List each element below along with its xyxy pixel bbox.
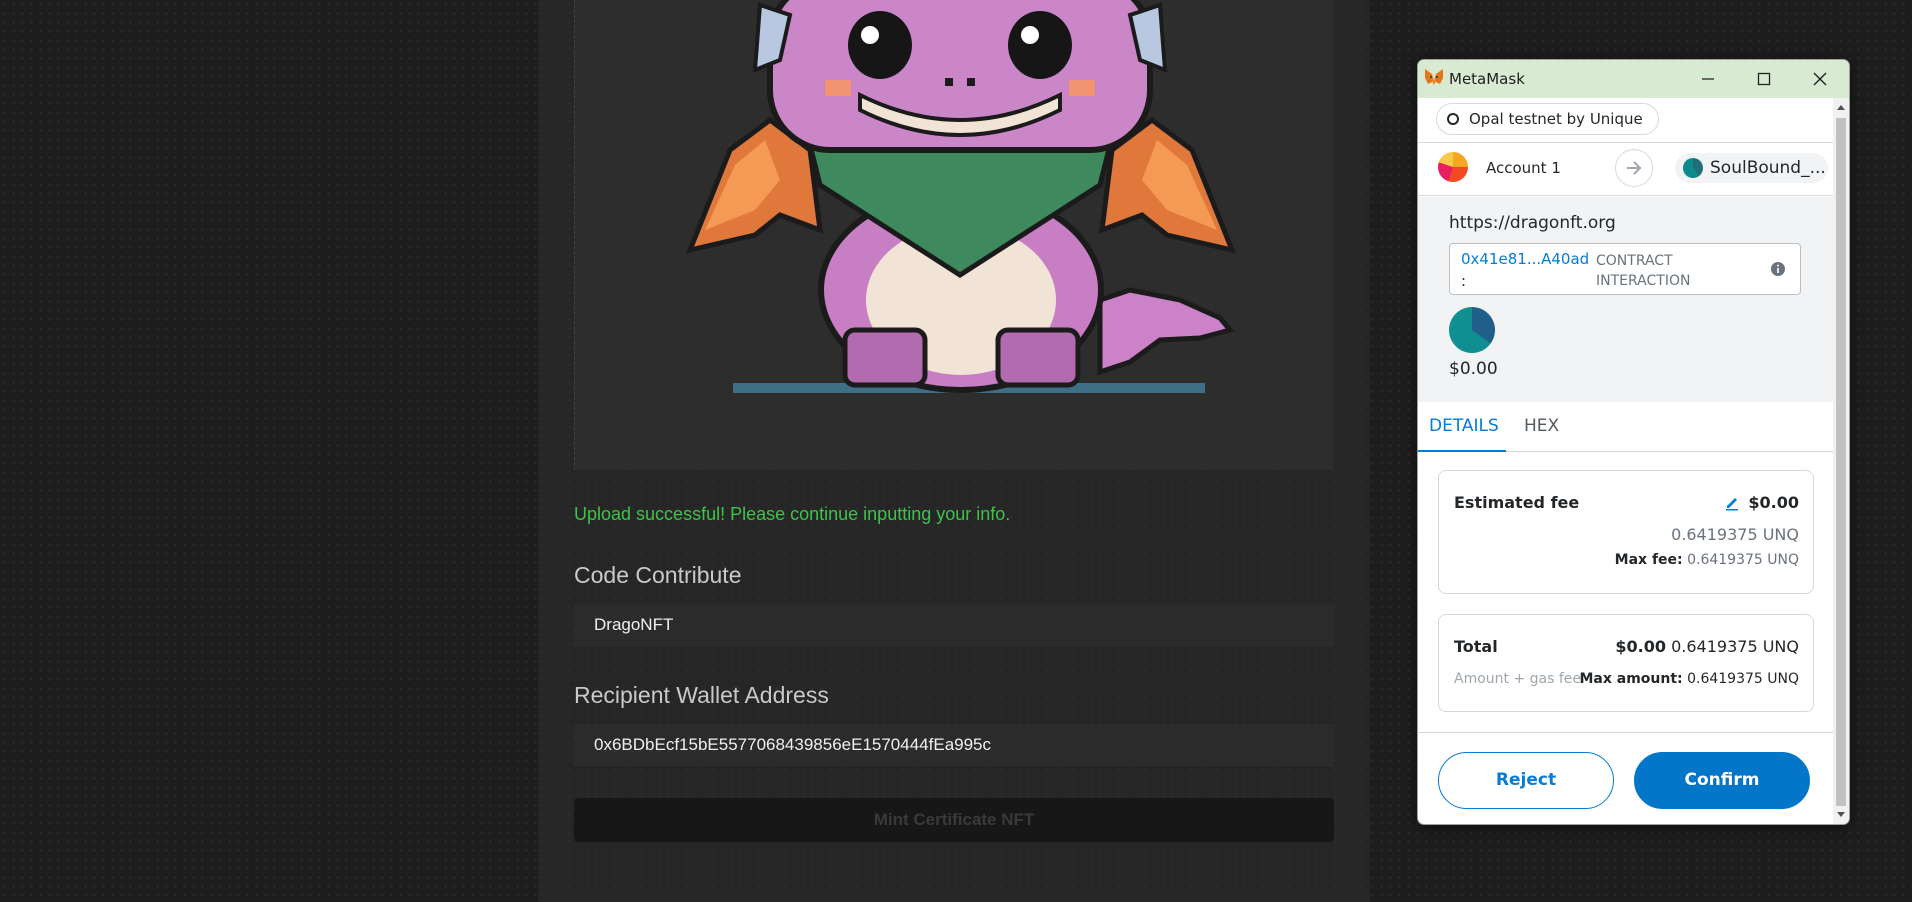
contract-interaction-box: 0x41e81...A40ad : CONTRACT INTERACTION — [1449, 243, 1801, 295]
total-title: Total — [1454, 637, 1498, 656]
transaction-value: $0.00 — [1449, 359, 1498, 379]
code-contribute-label: Code Contribute — [574, 562, 742, 588]
max-fee-value: 0.6419375 UNQ — [1687, 552, 1799, 568]
maximize-icon — [1757, 72, 1771, 86]
tab-details[interactable]: DETAILS — [1429, 416, 1499, 436]
contract-name: SoulBound_... — [1710, 158, 1826, 178]
fee-native-value: 0.6419375 UNQ — [1671, 525, 1799, 544]
close-icon — [1813, 72, 1827, 86]
total-subtitle: Amount + gas fee — [1454, 671, 1582, 687]
max-fee: Max fee: 0.6419375 UNQ — [1615, 552, 1799, 568]
max-amount: Max amount: 0.6419375 UNQ — [1579, 671, 1799, 687]
contract-recipient-pill[interactable]: SoulBound_... — [1675, 153, 1828, 183]
close-button[interactable] — [1792, 60, 1848, 98]
metamask-fox-icon — [1425, 69, 1443, 85]
active-tab-indicator — [1418, 450, 1506, 452]
reject-button[interactable]: Reject — [1438, 752, 1614, 809]
transaction-origin-section: https://dragonft.org 0x41e81...A40ad : C… — [1418, 197, 1833, 402]
upload-success-message: Upload successful! Please continue input… — [574, 504, 1011, 524]
code-contribute-field[interactable]: DragoNFT — [574, 604, 1334, 646]
total-box: Total $0.00 0.6419375 UNQ Amount + gas f… — [1438, 614, 1814, 712]
estimated-fee-title: Estimated fee — [1454, 493, 1580, 512]
mint-certificate-button[interactable]: Mint Certificate NFT — [574, 798, 1334, 842]
total-native: 0.6419375 UNQ — [1671, 637, 1799, 656]
total-value: $0.00 0.6419375 UNQ — [1615, 637, 1799, 656]
contract-token-icon — [1683, 158, 1703, 178]
arrow-right-icon — [1615, 149, 1653, 187]
account-avatar — [1438, 152, 1468, 182]
confirm-button[interactable]: Confirm — [1634, 752, 1810, 809]
recipient-wallet-field[interactable]: 0x6BDbEcf15bE5577068439856eE1570444fEa99… — [574, 724, 1334, 766]
minimize-button[interactable] — [1680, 60, 1736, 98]
account-row: Account 1 SoulBound_... — [1418, 142, 1833, 196]
network-dot-icon — [1447, 113, 1459, 125]
scroll-down-icon[interactable] — [1833, 808, 1849, 822]
maximize-button[interactable] — [1736, 60, 1792, 98]
network-selector[interactable]: Opal testnet by Unique — [1436, 103, 1659, 135]
confirmation-footer: Reject Confirm — [1418, 732, 1833, 824]
contract-colon: : — [1461, 272, 1467, 290]
max-fee-label: Max fee: — [1614, 552, 1683, 568]
estimated-fee-fiat: $0.00 — [1724, 493, 1799, 512]
account-name[interactable]: Account 1 — [1486, 159, 1561, 177]
tab-hex[interactable]: HEX — [1524, 416, 1559, 436]
window-title: MetaMask — [1449, 70, 1525, 88]
info-icon[interactable] — [1770, 261, 1786, 277]
total-fiat: $0.00 — [1615, 637, 1667, 656]
fee-fiat-value: $0.00 — [1748, 493, 1799, 512]
edit-gas-icon[interactable] — [1724, 495, 1740, 511]
pixel-dragon-icon — [685, 0, 1237, 393]
network-name: Opal testnet by Unique — [1469, 110, 1643, 128]
metamask-window: MetaMask Opal testnet by Unique Account … — [1417, 59, 1850, 825]
contract-interaction-label: CONTRACT INTERACTION — [1596, 253, 1691, 289]
native-token-icon — [1449, 307, 1495, 353]
details-hex-tabs: DETAILS HEX — [1418, 402, 1833, 452]
contract-address-link[interactable]: 0x41e81...A40ad — [1461, 250, 1589, 268]
estimated-fee-box: Estimated fee $0.00 0.6419375 UNQ Max fe… — [1438, 470, 1814, 594]
metamask-titlebar: MetaMask — [1418, 60, 1849, 98]
origin-url: https://dragonft.org — [1449, 213, 1616, 233]
metamask-body: Opal testnet by Unique Account 1 SoulBou… — [1418, 98, 1833, 824]
max-amount-label: Max amount: — [1579, 671, 1683, 687]
scroll-up-icon[interactable] — [1833, 100, 1849, 114]
minimize-icon — [1702, 78, 1714, 80]
scrollbar-thumb[interactable] — [1836, 118, 1846, 806]
max-amount-value: 0.6419375 UNQ — [1687, 671, 1799, 687]
recipient-wallet-label: Recipient Wallet Address — [574, 682, 829, 708]
scrollbar[interactable] — [1833, 98, 1849, 824]
